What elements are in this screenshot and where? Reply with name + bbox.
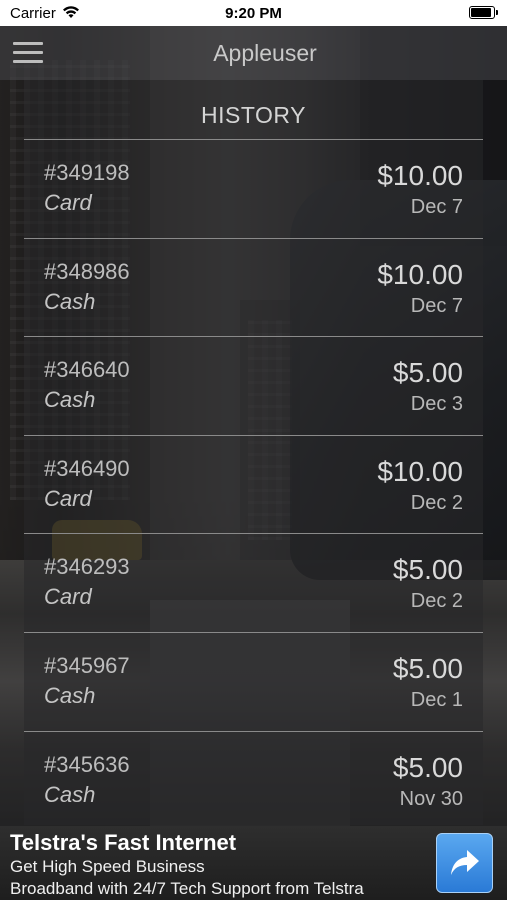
status-bar: Carrier 9:20 PM xyxy=(0,0,507,26)
amount: $5.00 xyxy=(392,751,463,783)
date: Dec 7 xyxy=(410,196,463,218)
amount: $5.00 xyxy=(392,554,463,586)
payment-method: Cash xyxy=(44,682,96,708)
order-id: #346293 xyxy=(44,554,130,580)
order-id: #346640 xyxy=(44,357,130,383)
share-arrow-icon xyxy=(451,850,479,875)
payment-method: Cash xyxy=(44,387,96,413)
history-row[interactable]: #345636 Cash $5.00 Nov 30 xyxy=(24,732,483,831)
battery-icon xyxy=(469,6,498,19)
menu-line xyxy=(13,42,43,45)
nav-bar: Appleuser xyxy=(0,26,507,80)
history-row[interactable]: #346490 Card $10.00 Dec 2 xyxy=(24,436,483,535)
history-row[interactable]: #346640 Cash $5.00 Dec 3 xyxy=(24,337,483,436)
amount: $5.00 xyxy=(392,357,463,389)
hamburger-menu-icon[interactable] xyxy=(13,40,43,64)
history-header: HISTORY xyxy=(24,80,483,140)
menu-line xyxy=(13,51,43,54)
payment-method: Cash xyxy=(44,288,96,314)
order-id: #346490 xyxy=(44,455,130,481)
date: Dec 7 xyxy=(410,294,463,317)
history-row[interactable]: #346293 Card $5.00 Dec 2 xyxy=(24,534,483,633)
history-list: #349198 Card $10.00 Dec 7 #348986 Cash $… xyxy=(24,140,483,830)
history-row[interactable]: #348986 Cash $10.00 Dec 7 xyxy=(24,239,483,338)
history-row[interactable]: #349198 Card $10.00 Dec 7 xyxy=(24,140,483,239)
ad-open-button[interactable] xyxy=(436,833,493,893)
date: Dec 2 xyxy=(410,590,463,613)
menu-line xyxy=(13,60,43,63)
history-title: HISTORY xyxy=(201,102,306,128)
order-id: #345967 xyxy=(44,652,130,678)
payment-method: Card xyxy=(44,190,92,215)
payment-method: Card xyxy=(44,485,92,511)
history-panel: HISTORY #349198 Card $10.00 Dec 7 #34898… xyxy=(24,80,483,825)
history-row[interactable]: #345967 Cash $5.00 Dec 1 xyxy=(24,633,483,732)
ad-text-line: Get High Speed Business xyxy=(10,857,205,876)
payment-method: Cash xyxy=(44,781,96,807)
ad-text-line: Broadband with 24/7 Tech Support from Te… xyxy=(10,879,364,898)
amount: $10.00 xyxy=(377,160,463,191)
order-id: #349198 xyxy=(44,160,130,185)
amount: $10.00 xyxy=(377,455,463,487)
ad-banner[interactable]: Telstra's Fast Internet Get High Speed B… xyxy=(0,826,507,900)
clock: 9:20 PM xyxy=(225,5,282,22)
ad-title: Telstra's Fast Internet xyxy=(10,830,237,855)
order-id: #345636 xyxy=(44,751,130,777)
date: Dec 2 xyxy=(410,491,463,514)
date: Dec 1 xyxy=(410,688,463,711)
date: Nov 30 xyxy=(399,787,463,810)
amount: $10.00 xyxy=(377,258,463,290)
nav-title: Appleuser xyxy=(213,40,317,66)
order-id: #348986 xyxy=(44,258,130,284)
battery-fill xyxy=(471,8,491,17)
amount: $5.00 xyxy=(392,652,463,684)
date: Dec 3 xyxy=(410,393,463,416)
payment-method: Card xyxy=(44,584,92,610)
